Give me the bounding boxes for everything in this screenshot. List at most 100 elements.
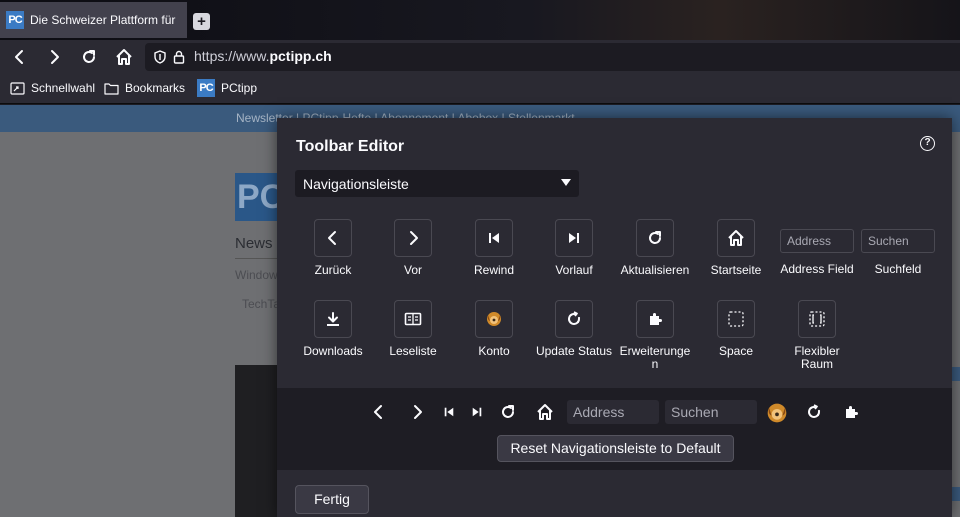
palette-item-forward[interactable]: Vor xyxy=(373,219,453,277)
palette-label: Vor xyxy=(403,263,422,277)
reading-list-icon xyxy=(404,312,422,326)
bookmark-label: Schnellwahl xyxy=(31,81,96,95)
preview-rewind-button[interactable] xyxy=(441,400,457,424)
done-button[interactable]: Fertig xyxy=(295,485,369,514)
bookmark-schnellwahl[interactable]: Schnellwahl xyxy=(10,81,95,95)
toolbar-preview: Address Suchen Reset Navigationsleiste t… xyxy=(277,388,952,470)
home-icon xyxy=(116,49,132,65)
palette-label: Rewind xyxy=(473,263,515,277)
home-button[interactable] xyxy=(110,43,138,71)
lock-icon[interactable] xyxy=(165,43,193,71)
preview-forward-button[interactable] xyxy=(408,400,426,424)
preview-update-status-button[interactable] xyxy=(804,400,824,424)
extensions-icon xyxy=(846,406,858,418)
reload-button[interactable] xyxy=(75,43,103,71)
forward-icon xyxy=(51,50,59,64)
back-button[interactable] xyxy=(6,43,34,71)
update-status-icon xyxy=(568,311,581,325)
preview-back-button[interactable] xyxy=(370,400,388,424)
url-prefix: https://www. xyxy=(194,48,270,64)
toolbar-select[interactable]: Navigationsleiste xyxy=(295,170,579,197)
page-image xyxy=(235,365,280,517)
bookmark-pctipp[interactable]: PC PCtipp xyxy=(197,79,257,97)
preview-address-field[interactable]: Address xyxy=(567,400,659,424)
toolbar-select-value: Navigationsleiste xyxy=(303,175,409,192)
palette-item-flexible-space[interactable]: Flexibler Raum xyxy=(777,300,857,371)
chevron-down-icon xyxy=(561,179,571,186)
help-icon[interactable]: ? xyxy=(920,136,935,151)
forward-icon xyxy=(414,405,422,419)
palette-item-reload[interactable]: Aktualisieren xyxy=(615,219,695,277)
preview-extensions-button[interactable] xyxy=(841,400,861,424)
palette-item-account[interactable]: Konto xyxy=(454,300,534,358)
tab-bar: PC Die Schweizer Plattform für + xyxy=(0,0,960,40)
palette-label: Downloads xyxy=(303,344,363,358)
back-icon xyxy=(15,50,23,64)
palette-item-update-status[interactable]: Update Status xyxy=(534,300,614,358)
page-logo: PC xyxy=(235,173,283,221)
palette-label: Suchfeld xyxy=(874,262,922,276)
tab-pctipp[interactable]: PC Die Schweizer Plattform für xyxy=(0,2,187,38)
palette-label: Erweiterunge n xyxy=(619,344,691,371)
fast-forward-icon xyxy=(472,407,482,417)
palette-label: Konto xyxy=(478,344,510,358)
preview-fast-forward-button[interactable] xyxy=(469,400,485,424)
bookmark-label: Bookmarks xyxy=(125,81,186,95)
reload-icon xyxy=(649,231,661,244)
flexible-space-icon xyxy=(809,311,825,327)
tab-title: Die Schweizer Plattform für xyxy=(30,13,176,27)
palette-label: Update Status xyxy=(535,344,613,358)
home-icon xyxy=(728,230,744,246)
forward-icon xyxy=(410,231,418,245)
new-tab-button[interactable]: + xyxy=(193,13,210,30)
palette-label: Zurück xyxy=(314,263,352,277)
account-avatar-icon xyxy=(487,312,501,326)
forward-button[interactable] xyxy=(40,43,68,71)
search-field-sample: Suchen xyxy=(861,229,935,253)
preview-reload-button[interactable] xyxy=(499,400,517,424)
palette-item-downloads[interactable]: Downloads xyxy=(293,300,373,358)
palette-label: Leseliste xyxy=(389,344,437,358)
preview-search-field[interactable]: Suchen xyxy=(665,400,757,424)
update-status-icon xyxy=(808,404,821,418)
palette-label: Space xyxy=(718,344,754,358)
bookmark-label: PCtipp xyxy=(221,81,258,95)
preview-home-button[interactable] xyxy=(535,400,555,424)
palette-item-reading-list[interactable]: Leseliste xyxy=(373,300,453,358)
download-icon xyxy=(327,312,339,326)
palette-label: Startseite xyxy=(710,263,762,277)
rewind-icon xyxy=(444,407,454,417)
extensions-icon xyxy=(650,313,662,325)
fast-forward-icon xyxy=(569,233,579,243)
reset-toolbar-button[interactable]: Reset Navigationsleiste to Default xyxy=(497,435,734,462)
palette-item-extensions[interactable]: Erweiterunge n xyxy=(615,300,695,371)
toolbar-editor-dialog: Toolbar Editor ? Navigationsleiste Zurüc… xyxy=(277,118,952,517)
reload-icon xyxy=(502,405,514,418)
palette-label: Aktualisieren xyxy=(620,263,690,277)
palette-item-search-field[interactable]: Suchen Suchfeld xyxy=(858,229,938,276)
bookmark-bookmarks[interactable]: Bookmarks xyxy=(104,81,185,95)
palette-label: Vorlauf xyxy=(555,263,593,277)
page-news-heading: News xyxy=(235,235,273,252)
url-domain: pctipp.ch xyxy=(269,48,332,64)
back-icon xyxy=(328,231,336,245)
reload-icon xyxy=(83,50,95,63)
palette-item-rewind[interactable]: Rewind xyxy=(454,219,534,277)
palette-item-space[interactable]: Space xyxy=(696,300,776,358)
preview-account-button[interactable] xyxy=(764,400,790,426)
palette-item-home[interactable]: Startseite xyxy=(696,219,776,277)
pctipp-favicon-icon: PC xyxy=(6,11,24,29)
home-icon xyxy=(537,404,553,420)
url-text[interactable]: https://www.pctipp.ch xyxy=(194,48,332,64)
folder-icon xyxy=(104,82,119,95)
palette-item-back[interactable]: Zurück xyxy=(293,219,373,277)
rewind-icon xyxy=(489,233,499,243)
space-icon xyxy=(728,311,744,327)
palette-label: Flexibler Raum xyxy=(794,344,840,371)
palette-label: Address Field xyxy=(780,262,854,276)
speed-dial-icon xyxy=(10,81,25,95)
address-field-sample: Address xyxy=(780,229,854,253)
palette-item-fast-forward[interactable]: Vorlauf xyxy=(534,219,614,277)
account-avatar-icon xyxy=(767,403,787,423)
palette-item-address-field[interactable]: Address Address Field xyxy=(777,229,857,276)
